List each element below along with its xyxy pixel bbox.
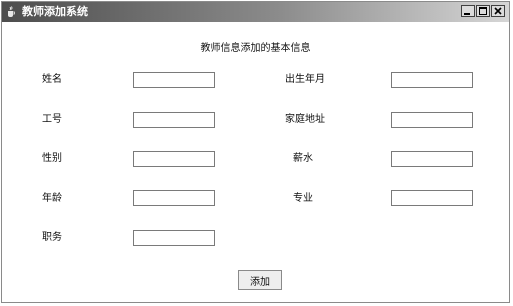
title-bar[interactable]: 教师添加系统 bbox=[2, 2, 509, 22]
major-label: 专业 bbox=[293, 193, 313, 204]
age-label: 年龄 bbox=[42, 193, 62, 204]
major-input[interactable] bbox=[391, 190, 473, 206]
gender-label: 性别 bbox=[42, 153, 62, 164]
window-title: 教师添加系统 bbox=[22, 5, 88, 18]
age-input[interactable] bbox=[133, 190, 215, 206]
salary-input[interactable] bbox=[391, 151, 473, 167]
minimize-icon bbox=[464, 13, 470, 15]
form-heading: 教师信息添加的基本信息 bbox=[200, 43, 311, 54]
birth-date-label: 出生年月 bbox=[285, 74, 325, 85]
birth-date-input[interactable] bbox=[391, 72, 473, 88]
name-input[interactable] bbox=[133, 72, 215, 88]
minimize-button[interactable] bbox=[461, 5, 475, 17]
position-label: 职务 bbox=[42, 232, 62, 243]
maximize-icon bbox=[479, 7, 487, 15]
name-label: 姓名 bbox=[42, 74, 62, 85]
salary-label: 薪水 bbox=[293, 153, 313, 164]
employee-id-label: 工号 bbox=[42, 114, 62, 125]
maximize-button[interactable] bbox=[476, 5, 490, 17]
employee-id-input[interactable] bbox=[133, 112, 215, 128]
home-address-label: 家庭地址 bbox=[285, 114, 325, 125]
home-address-input[interactable] bbox=[391, 112, 473, 128]
close-icon bbox=[494, 7, 502, 15]
position-input[interactable] bbox=[133, 230, 215, 246]
close-button[interactable] bbox=[491, 5, 505, 17]
gender-input[interactable] bbox=[133, 151, 215, 167]
add-button[interactable]: 添加 bbox=[238, 270, 282, 290]
java-cup-icon bbox=[8, 6, 15, 17]
app-window: 教师添加系统 教师信息添加的基本信息 姓名 出生年月 工号 家庭地址 性别 薪水… bbox=[1, 1, 510, 303]
